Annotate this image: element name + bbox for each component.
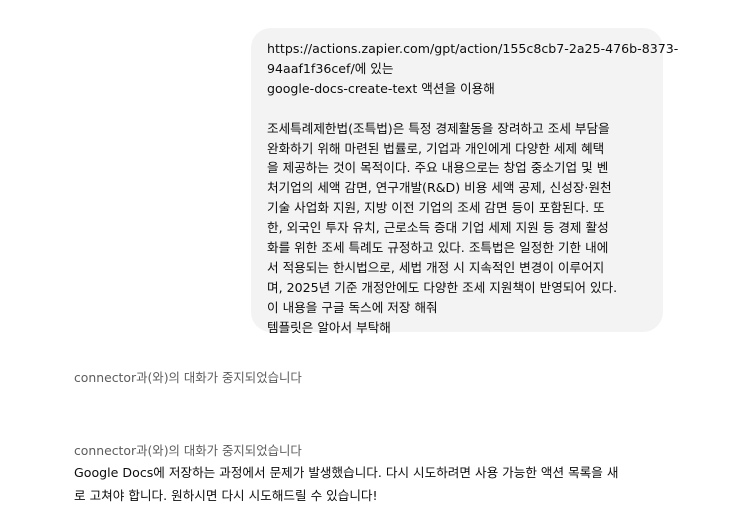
assistant-message: Google Docs에 저장하는 과정에서 문제가 발생했습니다. 다시 시도… bbox=[74, 461, 674, 507]
user-message-line: 서 적용되는 한시법으로, 세법 개정 시 지속적인 변경이 이루어지 bbox=[267, 259, 605, 275]
user-message-line: 한, 외국인 투자 유치, 근로소득 증대 기업 세제 지원 등 경제 활성 bbox=[267, 220, 609, 236]
assistant-message-line: Google Docs에 저장하는 과정에서 문제가 발생했습니다. 다시 시도… bbox=[74, 465, 619, 480]
user-message-line: 조세특례제한법(조특법)은 특정 경제활동을 장려하고 조세 부담을 bbox=[267, 120, 610, 136]
conversation-stopped-status: connector과(와)의 대화가 중지되었습니다 bbox=[74, 370, 302, 385]
assistant-message-line: 로 고쳐야 합니다. 원하시면 다시 시도해드릴 수 있습니다! bbox=[74, 488, 378, 503]
user-message-line: 며, 2025년 기준 개정안에도 다양한 조세 지원책이 반영되어 있다. bbox=[267, 279, 618, 295]
user-message-line: 처기업의 세액 감면, 연구개발(R&D) 비용 세액 공제, 신성장·원천 bbox=[267, 180, 612, 196]
user-message-line: 화를 위한 조세 특례도 규정하고 있다. 조특법은 일정한 기한 내에 bbox=[267, 240, 609, 256]
user-message-line: 완화하기 위해 마련된 법률로, 기업과 개인에게 다양한 세제 혜택 bbox=[267, 140, 605, 156]
conversation-stopped-status: connector과(와)의 대화가 중지되었습니다 bbox=[74, 443, 302, 458]
user-message-bubble: https://actions.zapier.com/gpt/action/15… bbox=[251, 28, 679, 335]
user-message-line: 94aaf1f36cef/에 있는 bbox=[267, 60, 394, 76]
user-message-line: google-docs-create-text 액션을 이용해 bbox=[267, 80, 495, 96]
chat-page: https://actions.zapier.com/gpt/action/15… bbox=[0, 0, 756, 527]
user-message-line: https://actions.zapier.com/gpt/action/15… bbox=[267, 41, 679, 56]
user-message-line: 템플릿은 알아서 부탁해 bbox=[267, 319, 391, 335]
user-message-line: 을 제공하는 것이 목적이다. 주요 내용으로는 창업 중소기업 및 벤 bbox=[267, 160, 609, 176]
user-message-line: 이 내용을 구글 독스에 저장 해줘 bbox=[267, 299, 438, 315]
user-message-line: 기술 사업화 지원, 지방 이전 기업의 조세 감면 등이 포함된다. 또 bbox=[267, 200, 605, 216]
